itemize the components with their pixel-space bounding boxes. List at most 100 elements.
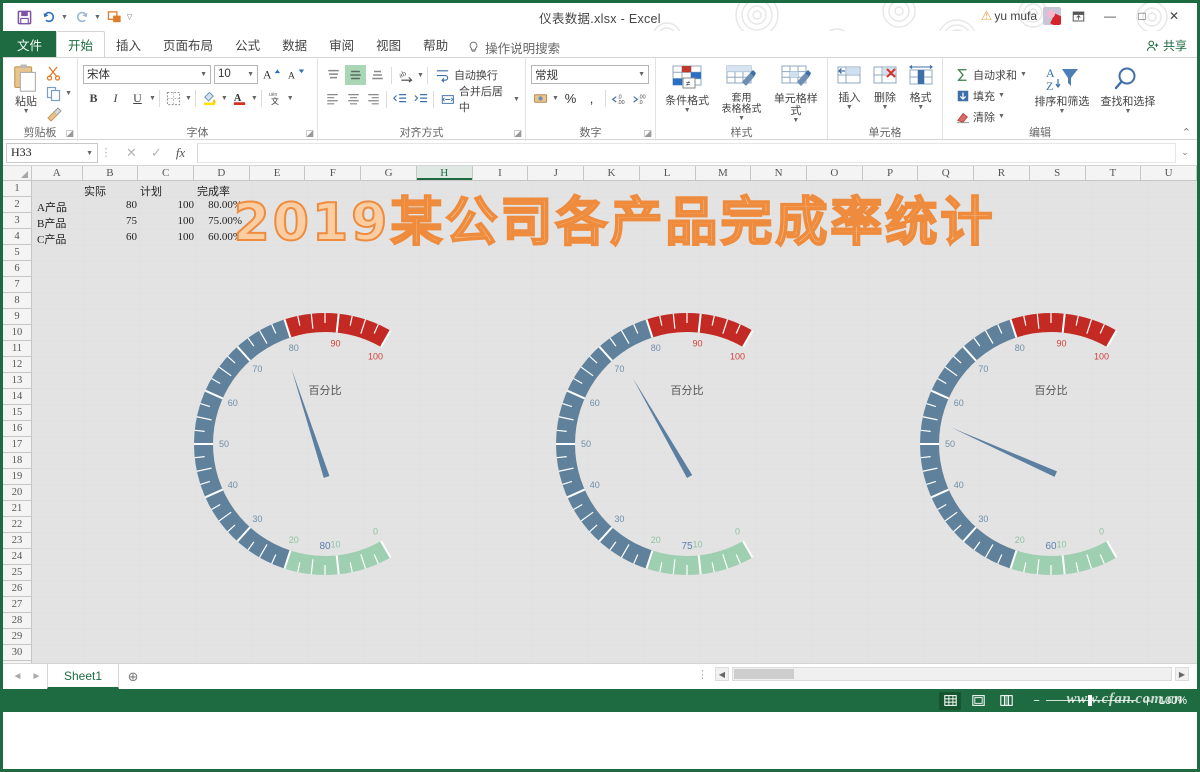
row-header-10[interactable]: 10 — [3, 325, 31, 341]
phonetic-guide-button[interactable]: uén 文 — [265, 88, 286, 108]
font-color-button[interactable]: A — [229, 88, 250, 108]
font-dialog-launcher-icon[interactable]: ◪ — [305, 128, 314, 139]
find-select-dropdown-icon[interactable]: ▼ — [1124, 108, 1131, 115]
collapse-ribbon-button[interactable]: ⌃ — [1182, 126, 1191, 139]
column-header-J[interactable]: J — [528, 166, 585, 180]
font-size-chevron-icon[interactable]: ▼ — [247, 71, 254, 78]
row-header-8[interactable]: 8 — [3, 293, 31, 309]
format-painter-button[interactable] — [46, 105, 72, 124]
column-header-R[interactable]: R — [974, 166, 1030, 180]
cell-styles-button[interactable]: 单元格样式 ▼ — [770, 62, 822, 124]
format-as-table-dropdown-icon[interactable]: ▼ — [738, 115, 745, 122]
warning-icon[interactable]: ⚠ — [981, 8, 993, 24]
format-cells-dropdown-icon[interactable]: ▼ — [917, 104, 924, 111]
cell-C1[interactable]: 计划 — [140, 183, 162, 199]
normal-view-button[interactable] — [939, 691, 961, 710]
align-center-button[interactable] — [343, 89, 362, 109]
column-header-S[interactable]: S — [1030, 166, 1086, 180]
cell-B3[interactable]: 75 — [117, 215, 137, 227]
cell-B2[interactable]: 80 — [117, 199, 137, 211]
share-button[interactable]: 共享 — [1146, 37, 1187, 54]
grid-cells[interactable]: 实际 计划 完成率 A产品 80 100 80.00% B产品 75 100 7… — [32, 181, 1197, 663]
column-header-C[interactable]: C — [138, 166, 195, 180]
cell-D2[interactable]: 80.00% — [192, 199, 242, 211]
column-header-O[interactable]: O — [807, 166, 863, 180]
column-header-M[interactable]: M — [696, 166, 752, 180]
cell-C3[interactable]: 100 — [169, 215, 195, 227]
paste-dropdown-icon[interactable]: ▼ — [23, 108, 30, 115]
font-size-combo[interactable]: 10 ▼ — [214, 64, 258, 84]
cancel-entry-icon[interactable]: ✕ — [126, 145, 137, 161]
ribbon-display-options-icon[interactable] — [1063, 5, 1093, 27]
scrollbar-thumb[interactable] — [734, 669, 794, 679]
row-header-11[interactable]: 11 — [3, 341, 31, 357]
column-header-I[interactable]: I — [473, 166, 529, 180]
name-box-chevron-icon[interactable]: ▼ — [86, 149, 93, 157]
italic-button[interactable]: I — [105, 88, 126, 108]
column-header-L[interactable]: L — [640, 166, 696, 180]
row-header-3[interactable]: 3 — [3, 213, 31, 229]
increase-decimal-button[interactable]: .0.00 — [610, 88, 629, 108]
wrap-text-button[interactable]: 自动换行 — [431, 66, 498, 85]
alignment-dialog-launcher-icon[interactable]: ◪ — [513, 128, 522, 139]
row-header-14[interactable]: 14 — [3, 389, 31, 405]
insert-cells-dropdown-icon[interactable]: ▼ — [846, 104, 853, 111]
row-header-28[interactable]: 28 — [3, 613, 31, 629]
comma-style-button[interactable]: , — [582, 88, 601, 108]
tab-data[interactable]: 数据 — [271, 31, 318, 57]
row-header-9[interactable]: 9 — [3, 309, 31, 325]
delete-cells-button[interactable]: 删除 ▼ — [869, 62, 902, 111]
previous-sheet-icon[interactable]: ◄ — [9, 671, 26, 682]
row-header-18[interactable]: 18 — [3, 453, 31, 469]
cell-C2[interactable]: 100 — [169, 199, 195, 211]
scroll-right-icon[interactable]: ▶ — [1175, 667, 1189, 681]
row-header-2[interactable]: 2 — [3, 197, 31, 213]
scroll-left-icon[interactable]: ◀ — [715, 667, 729, 681]
tell-me-search[interactable]: 操作说明搜索 — [459, 38, 560, 57]
format-as-table-button[interactable]: 套用 表格格式 ▼ — [715, 62, 767, 122]
phonetic-dropdown-icon[interactable]: ▼ — [287, 95, 294, 102]
borders-dropdown-icon[interactable]: ▼ — [185, 95, 192, 102]
number-format-combo[interactable]: 常规 ▼ — [531, 65, 649, 84]
align-left-button[interactable] — [323, 89, 342, 109]
confirm-entry-icon[interactable]: ✓ — [151, 145, 162, 161]
number-format-chevron-icon[interactable]: ▼ — [638, 71, 645, 78]
clear-dropdown-icon[interactable]: ▼ — [998, 113, 1005, 120]
orientation-dropdown-icon[interactable]: ▼ — [417, 72, 424, 79]
merge-dropdown-icon[interactable]: ▼ — [513, 96, 520, 103]
paste-button[interactable]: 粘贴 ▼ — [8, 61, 44, 115]
column-header-T[interactable]: T — [1086, 166, 1142, 180]
fill-dropdown-icon[interactable]: ▼ — [998, 92, 1005, 99]
column-header-N[interactable]: N — [751, 166, 807, 180]
align-right-button[interactable] — [364, 89, 383, 109]
row-header-16[interactable]: 16 — [3, 421, 31, 437]
autosum-dropdown-icon[interactable]: ▼ — [1020, 71, 1027, 78]
row-header-1[interactable]: 1 — [3, 181, 31, 197]
row-header-24[interactable]: 24 — [3, 549, 31, 565]
row-header-20[interactable]: 20 — [3, 485, 31, 501]
tab-formulas[interactable]: 公式 — [224, 31, 271, 57]
horizontal-scrollbar[interactable]: ⋮ ◀ ▶ — [697, 667, 1189, 681]
scrollbar-track[interactable] — [732, 667, 1172, 681]
formula-input[interactable] — [197, 142, 1176, 163]
name-box[interactable]: H33 ▼ — [6, 142, 98, 163]
scrollbar-grip-icon[interactable]: ⋮ — [697, 668, 708, 681]
row-header-19[interactable]: 19 — [3, 469, 31, 485]
increase-font-size-button[interactable]: A — [261, 64, 282, 84]
font-name-chevron-icon[interactable]: ▼ — [200, 71, 207, 78]
decrease-indent-button[interactable] — [390, 89, 409, 109]
font-name-combo[interactable]: 宋体 ▼ — [83, 64, 211, 84]
column-header-B[interactable]: B — [83, 166, 139, 180]
cut-button[interactable] — [46, 63, 72, 82]
column-header-G[interactable]: G — [361, 166, 417, 180]
cell-A3[interactable]: B产品 — [37, 215, 66, 231]
borders-button[interactable] — [163, 88, 184, 108]
sheet-tab-sheet1[interactable]: Sheet1 — [47, 664, 120, 689]
column-header-K[interactable]: K — [584, 166, 640, 180]
cell-D1[interactable]: 完成率 — [197, 183, 230, 199]
cell-A2[interactable]: A产品 — [37, 199, 67, 215]
percent-style-button[interactable]: % — [561, 88, 580, 108]
row-header-17[interactable]: 17 — [3, 437, 31, 453]
row-header-7[interactable]: 7 — [3, 277, 31, 293]
row-header-4[interactable]: 4 — [3, 229, 31, 245]
